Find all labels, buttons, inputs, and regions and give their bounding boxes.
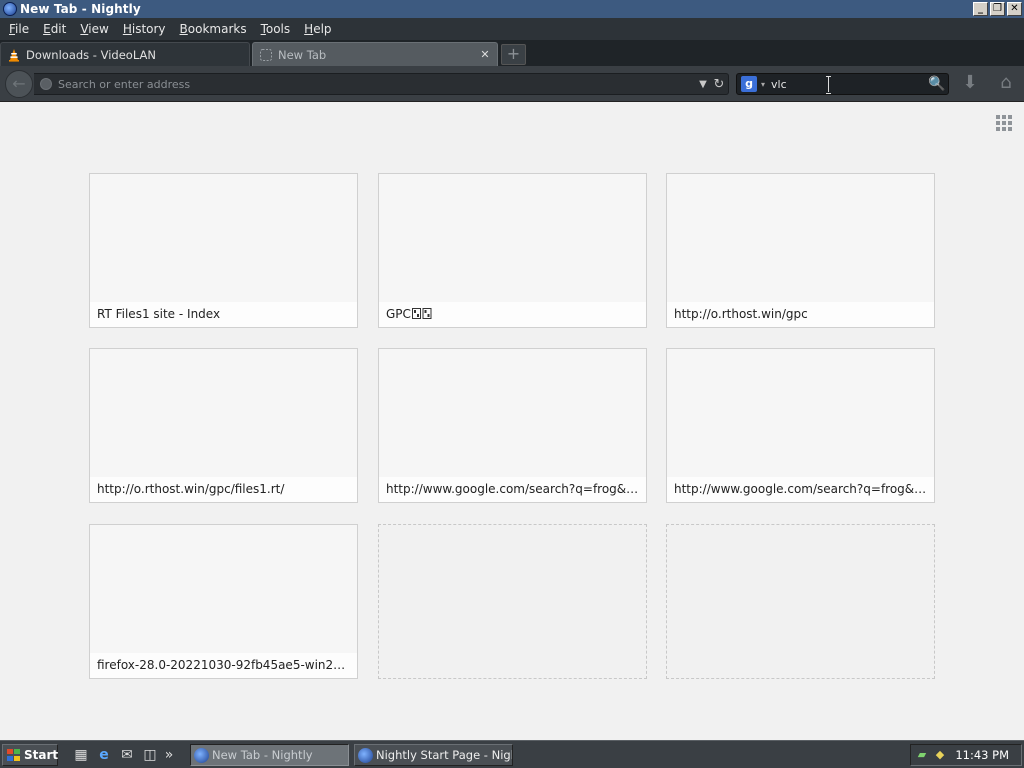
minimize-button[interactable]: _ — [973, 2, 988, 16]
internet-explorer-icon[interactable]: e — [95, 746, 113, 764]
clock[interactable]: 11:43 PM — [955, 748, 1009, 762]
menu-bar: File Edit View History Bookmarks Tools H… — [0, 18, 1024, 40]
menu-history[interactable]: History — [116, 22, 173, 36]
site-tile[interactable]: http://o.rthost.win/gpc — [666, 173, 935, 328]
tile-thumbnail — [379, 174, 646, 302]
tile-title: http://www.google.com/search?q=frog&ie..… — [379, 477, 646, 502]
tile-thumbnail — [90, 174, 357, 302]
tab-label: New Tab — [278, 47, 327, 62]
empty-tile-slot[interactable] — [378, 524, 647, 679]
site-tile[interactable]: http://o.rthost.win/gpc/files1.rt/ — [89, 348, 358, 503]
menu-bookmarks[interactable]: Bookmarks — [173, 22, 254, 36]
show-desktop-icon[interactable]: ▦ — [72, 746, 90, 764]
tile-thumbnail — [379, 349, 646, 477]
tile-title: RT Files1 site - Index — [90, 302, 357, 327]
windows-explorer-icon[interactable]: ◫ — [141, 746, 159, 764]
tab-label: Downloads - VideoLAN — [26, 47, 156, 62]
taskbar-button-start-page[interactable]: Nightly Start Page - Nightly — [354, 744, 513, 766]
new-tab-page: RT Files1 site - Index GPC http://o.rtho… — [0, 103, 1024, 740]
tile-title: firefox-28.0-20221030-92fb45ae5-win2000.… — [90, 653, 357, 678]
menu-view[interactable]: View — [73, 22, 115, 36]
search-bar[interactable]: g ▾ 🔍 — [736, 73, 949, 95]
volume-icon[interactable]: ◆ — [933, 748, 947, 762]
window-titlebar[interactable]: New Tab - Nightly _ ❐ ✕ — [0, 0, 1024, 18]
identity-globe-icon — [40, 78, 52, 90]
nightly-globe-icon — [194, 747, 209, 763]
empty-tile-slot[interactable] — [666, 524, 935, 679]
tab-downloads-videolan[interactable]: Downloads - VideoLAN — [0, 42, 250, 66]
outlook-express-icon[interactable]: ✉ — [118, 746, 136, 764]
url-input[interactable] — [58, 77, 696, 91]
window-title: New Tab - Nightly — [20, 2, 141, 16]
toggle-grid-icon[interactable] — [996, 115, 1012, 131]
site-tile[interactable]: RT Files1 site - Index — [89, 173, 358, 328]
taskbar: Start ▦ e ✉ ◫ » New Tab - Nightly Nightl… — [0, 740, 1024, 768]
google-engine-icon[interactable]: g — [741, 76, 757, 92]
start-label: Start — [24, 748, 59, 762]
taskbar-button-new-tab[interactable]: New Tab - Nightly — [190, 744, 349, 766]
network-icon[interactable]: ▰ — [915, 748, 929, 762]
tile-title: http://o.rthost.win/gpc/files1.rt/ — [90, 477, 357, 502]
tile-thumbnail — [667, 349, 934, 477]
close-window-button[interactable]: ✕ — [1007, 2, 1022, 16]
engine-dropdown-icon[interactable]: ▾ — [757, 80, 769, 89]
start-button[interactable]: Start — [2, 744, 58, 766]
menu-edit[interactable]: Edit — [36, 22, 73, 36]
site-tile[interactable]: http://www.google.com/search?q=frog&ie..… — [666, 348, 935, 503]
vlc-cone-icon — [9, 48, 19, 62]
chevron-more-icon[interactable]: » — [163, 746, 175, 764]
tab-new-tab[interactable]: New Tab ✕ — [252, 42, 498, 66]
system-tray: ▰ ◆ 11:43 PM — [910, 744, 1022, 766]
window-controls: _ ❐ ✕ — [973, 2, 1022, 16]
nightly-globe-icon — [358, 747, 373, 763]
new-tab-button[interactable]: + — [501, 44, 526, 65]
close-tab-icon[interactable]: ✕ — [479, 48, 491, 61]
history-dropdown-icon[interactable]: ▼ — [696, 79, 710, 90]
blank-page-icon — [260, 48, 272, 61]
search-icon[interactable]: 🔍 — [926, 76, 948, 92]
tile-title: GPC — [379, 302, 646, 327]
tile-title: http://o.rthost.win/gpc — [667, 302, 934, 327]
home-button[interactable]: ⌂ — [993, 71, 1019, 95]
navigation-toolbar: ← ▼ ↻ g ▾ 🔍 — [0, 66, 1024, 102]
restore-button[interactable]: ❐ — [990, 2, 1005, 16]
downloads-button[interactable]: ⬇ — [958, 71, 982, 95]
text-cursor-icon — [826, 76, 832, 94]
site-tile[interactable]: GPC — [378, 173, 647, 328]
task-label: Nightly Start Page - Nightly — [376, 748, 512, 762]
menu-tools[interactable]: Tools — [254, 22, 298, 36]
tile-thumbnail — [667, 174, 934, 302]
tile-thumbnail — [90, 525, 357, 653]
windows-flag-icon — [7, 749, 20, 761]
site-tile[interactable]: firefox-28.0-20221030-92fb45ae5-win2000.… — [89, 524, 358, 679]
site-tile[interactable]: http://www.google.com/search?q=frog&ie..… — [378, 348, 647, 503]
tile-title: http://www.google.com/search?q=frog&ie..… — [667, 477, 934, 502]
menu-file[interactable]: File — [2, 22, 36, 36]
address-bar[interactable]: ▼ ↻ — [34, 73, 729, 95]
tile-thumbnail — [90, 349, 357, 477]
menu-help[interactable]: Help — [297, 22, 338, 36]
missing-glyph-icon — [411, 308, 432, 319]
task-label: New Tab - Nightly — [212, 748, 313, 762]
nightly-globe-icon — [3, 2, 17, 16]
search-input[interactable] — [771, 77, 926, 91]
reload-icon[interactable]: ↻ — [710, 77, 728, 92]
back-button[interactable]: ← — [5, 70, 33, 98]
